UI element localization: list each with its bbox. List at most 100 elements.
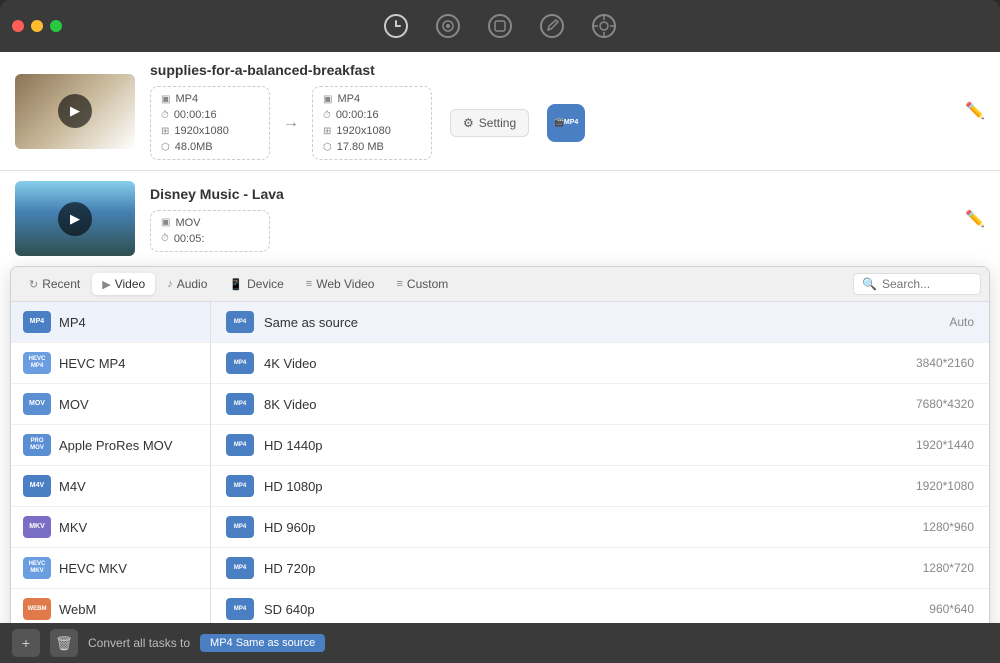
edit-pencil-icon-1[interactable]: ✏️ xyxy=(955,101,985,121)
search-box[interactable]: 🔍 xyxy=(853,273,981,295)
video-info-2: Disney Music - Lava ▣ MOV ⏱ 00:05: xyxy=(150,186,940,252)
format-picker-panel: ↻ Recent ▶ Video ♪ Audio 📱 Device ≡ W xyxy=(10,266,990,623)
hd1440-label: HD 1440p xyxy=(264,438,906,453)
prores-label: Apple ProRes MOV xyxy=(59,438,172,453)
merge-nav-icon[interactable] xyxy=(432,10,464,42)
format-icon-dst: ▣ xyxy=(323,94,332,105)
convert-badge[interactable]: MP4 Same as source xyxy=(200,634,325,652)
play-button-2[interactable]: ▶ xyxy=(58,202,92,236)
hevc-mp4-label: HEVC MP4 xyxy=(59,356,125,371)
dst-size-line: ⬡ 17.80 MB xyxy=(323,141,421,153)
video-title-2: Disney Music - Lava xyxy=(150,186,940,202)
clock-icon-2: ⏱ xyxy=(161,233,169,244)
title-bar xyxy=(0,0,1000,52)
main-content: ▶ supplies-for-a-balanced-breakfast ▣ MP… xyxy=(0,52,1000,623)
format-item-prores[interactable]: PROMOV Apple ProRes MOV xyxy=(11,425,210,466)
webvideo-icon: ≡ xyxy=(306,278,312,290)
src-size-line: ⬡ 48.0MB xyxy=(161,141,259,153)
src-duration-line: ⏱ 00:00:16 xyxy=(161,109,259,121)
sd640-label: SD 640p xyxy=(264,602,919,617)
quality-sd640[interactable]: MP4 SD 640p 960*640 xyxy=(211,589,989,623)
quality-hd1440[interactable]: MP4 HD 1440p 1920*1440 xyxy=(211,425,989,466)
format-badge-1[interactable]: 🎬 MP4 xyxy=(547,104,585,142)
same-label: Same as source xyxy=(264,315,939,330)
dst-format-line: ▣ MP4 xyxy=(323,93,421,105)
format-row-1: ▣ MP4 ⏱ 00:00:16 ⊞ 1920x1080 ⬡ 48.0MB xyxy=(150,86,940,160)
format-item-hevc-mp4[interactable]: HEVCMP4 HEVC MP4 xyxy=(11,343,210,384)
format-item-m4v[interactable]: M4V M4V xyxy=(11,466,210,507)
tab-webvideo[interactable]: ≡ Web Video xyxy=(296,273,385,295)
format-item-hevc-mkv[interactable]: HEVCMKV HEVC MKV xyxy=(11,548,210,589)
quality-same[interactable]: MP4 Same as source Auto xyxy=(211,302,989,343)
play-button-1[interactable]: ▶ xyxy=(58,94,92,128)
tab-video[interactable]: ▶ Video xyxy=(92,273,155,295)
sd640-res: 960*640 xyxy=(929,602,974,616)
video-icon: ▶ xyxy=(102,278,110,291)
search-icon: 🔍 xyxy=(862,277,877,291)
setting-button-1[interactable]: ⚙ Setting xyxy=(450,109,529,137)
4k-badge: MP4 xyxy=(226,352,254,374)
tab-custom[interactable]: ≡ Custom xyxy=(386,273,458,295)
mov-icon: MOV xyxy=(23,393,51,415)
picker-tabs: ↻ Recent ▶ Video ♪ Audio 📱 Device ≡ W xyxy=(11,267,989,302)
toolbox-nav-icon[interactable] xyxy=(588,10,620,42)
size-icon-dst: ⬡ xyxy=(323,142,332,153)
hd720-badge: MP4 xyxy=(226,557,254,579)
compress-nav-icon[interactable] xyxy=(484,10,516,42)
search-input[interactable] xyxy=(882,277,972,291)
res-icon-dst: ⊞ xyxy=(323,126,331,137)
hevc-mkv-label: HEVC MKV xyxy=(59,561,127,576)
hd960-badge: MP4 xyxy=(226,516,254,538)
tab-audio-label: Audio xyxy=(177,277,208,291)
quality-hd960[interactable]: MP4 HD 960p 1280*960 xyxy=(211,507,989,548)
prores-icon: PROMOV xyxy=(23,434,51,456)
minimize-button[interactable] xyxy=(31,20,43,32)
format-item-mp4[interactable]: MP4 MP4 xyxy=(11,302,210,343)
close-button[interactable] xyxy=(12,20,24,32)
format-row-2: ▣ MOV ⏱ 00:05: xyxy=(150,210,940,252)
4k-res: 3840*2160 xyxy=(916,356,974,370)
format-item-webm[interactable]: WEBM WebM xyxy=(11,589,210,623)
src-format-1: ▣ MP4 ⏱ 00:00:16 ⊞ 1920x1080 ⬡ 48.0MB xyxy=(150,86,270,160)
hd1440-res: 1920*1440 xyxy=(916,438,974,452)
thumbnail-1[interactable]: ▶ xyxy=(15,74,135,149)
setting-label: Setting xyxy=(479,116,516,130)
src-format-line-2: ▣ MOV xyxy=(161,217,259,229)
same-badge: MP4 xyxy=(226,311,254,333)
maximize-button[interactable] xyxy=(50,20,62,32)
delete-button[interactable]: 🗑 xyxy=(50,629,78,657)
mp4-label: MP4 xyxy=(59,315,86,330)
format-item-mov[interactable]: MOV MOV xyxy=(11,384,210,425)
add-button[interactable]: + xyxy=(12,629,40,657)
thumbnail-2[interactable]: ▶ xyxy=(15,181,135,256)
hevc-mkv-icon: HEVCMKV xyxy=(23,557,51,579)
src-res-line: ⊞ 1920x1080 xyxy=(161,125,259,137)
dst-duration-line: ⏱ 00:00:16 xyxy=(323,109,421,121)
tab-video-label: Video xyxy=(115,277,145,291)
mov-label: MOV xyxy=(59,397,89,412)
src-format-line: ▣ MP4 xyxy=(161,93,259,105)
webm-label: WebM xyxy=(59,602,96,617)
tab-recent[interactable]: ↻ Recent xyxy=(19,273,90,295)
convert-nav-icon[interactable] xyxy=(380,10,412,42)
quality-hd1080[interactable]: MP4 HD 1080p 1920*1080 xyxy=(211,466,989,507)
hd1440-badge: MP4 xyxy=(226,434,254,456)
tab-device[interactable]: 📱 Device xyxy=(219,273,293,295)
dst-format-1: ▣ MP4 ⏱ 00:00:16 ⊞ 1920x1080 ⬡ 17.80 MB xyxy=(312,86,432,160)
tab-webvideo-label: Web Video xyxy=(316,277,374,291)
format-item-mkv[interactable]: MKV MKV xyxy=(11,507,210,548)
format-icon-2: ▣ xyxy=(161,217,170,228)
badge-icon: 🎬 xyxy=(554,119,564,128)
quality-4k[interactable]: MP4 4K Video 3840*2160 xyxy=(211,343,989,384)
video-item-2: ▶ Disney Music - Lava ▣ MOV ⏱ 00:05: xyxy=(0,171,1000,623)
tab-custom-label: Custom xyxy=(407,277,448,291)
quality-hd720[interactable]: MP4 HD 720p 1280*720 xyxy=(211,548,989,589)
same-res: Auto xyxy=(949,315,974,329)
tab-audio[interactable]: ♪ Audio xyxy=(157,273,217,295)
edit-nav-icon[interactable] xyxy=(536,10,568,42)
video-info-1: supplies-for-a-balanced-breakfast ▣ MP4 … xyxy=(150,62,940,160)
m4v-icon: M4V xyxy=(23,475,51,497)
edit-pencil-icon-2[interactable]: ✏️ xyxy=(955,209,985,229)
quality-8k[interactable]: MP4 8K Video 7680*4320 xyxy=(211,384,989,425)
arrow-icon: → xyxy=(278,114,304,132)
